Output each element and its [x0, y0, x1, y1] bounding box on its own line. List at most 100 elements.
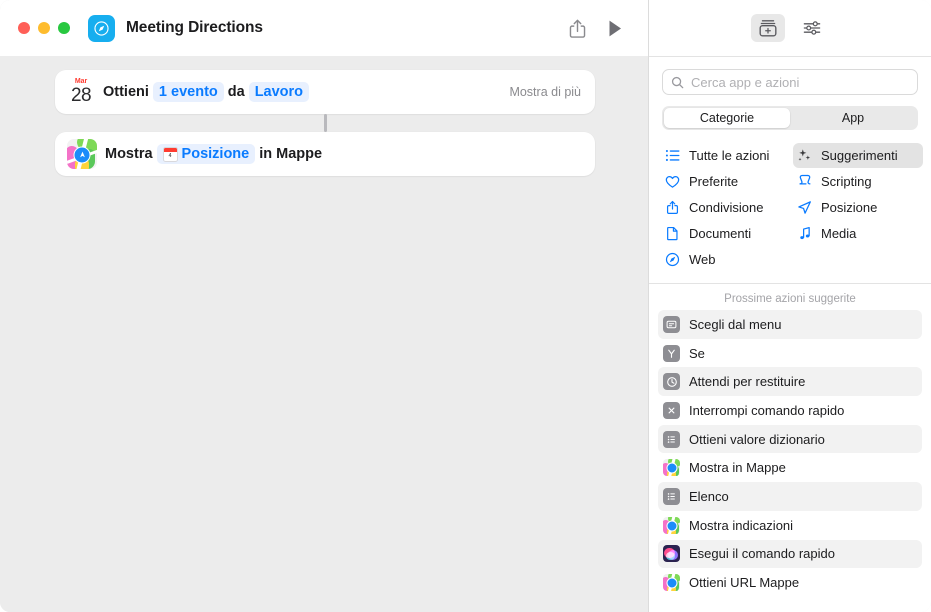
action-word: in Mappe	[259, 146, 323, 162]
category-scripting[interactable]: Scripting	[793, 169, 923, 194]
sliders-icon	[803, 21, 821, 35]
calendar-day-label: 28	[71, 85, 92, 106]
category-media[interactable]: Media	[793, 221, 923, 246]
sparkles-icon	[795, 147, 814, 164]
category-label: Condivisione	[689, 200, 764, 215]
category-suggerimenti[interactable]: Suggerimenti	[793, 143, 923, 168]
menu-square-icon	[663, 315, 680, 333]
tab-categorie[interactable]: Categorie	[664, 108, 790, 128]
list-item[interactable]: Ottieni valore dizionario	[658, 424, 922, 454]
category-label: Documenti	[689, 226, 752, 241]
heart-icon	[663, 173, 682, 190]
shortcuts-window: Meeting Directions Mar 28 Ottieni 1 even…	[0, 0, 931, 612]
tab-app[interactable]: App	[790, 108, 916, 128]
compass-icon	[94, 20, 109, 36]
show-more-button[interactable]: Mostra di più	[509, 85, 581, 99]
close-button[interactable]	[18, 22, 30, 34]
page-title: Meeting Directions	[126, 19, 263, 36]
list-item-label: Elenco	[689, 488, 729, 504]
library-toolbar	[649, 0, 931, 57]
list-item-label: Esegui il comando rapido	[689, 546, 835, 562]
list-item[interactable]: Mostra in Mappe	[658, 453, 922, 482]
maps-app-icon	[663, 459, 680, 477]
list-item-label: Interrompi comando rapido	[689, 402, 845, 418]
action-card[interactable]: Mar 28 Ottieni 1 evento da Lavoro Mostra…	[55, 70, 595, 114]
search-placeholder: Cerca app e azioni	[691, 74, 800, 90]
action-word: Ottieni	[103, 84, 149, 100]
shortcut-app-icon	[88, 14, 115, 42]
branch-square-icon	[663, 344, 680, 362]
category-label: Suggerimenti	[821, 148, 898, 163]
list-item[interactable]: Interrompi comando rapido	[658, 396, 922, 425]
suggested-actions-list: Scegli dal menu Se Attendi per restituir…	[649, 310, 931, 612]
action-token-label: Posizione	[181, 146, 250, 162]
x-square-icon	[663, 401, 680, 419]
category-label: Web	[689, 252, 716, 267]
minimize-button[interactable]	[38, 22, 50, 34]
location-arrow-icon	[795, 199, 814, 216]
list-item-label: Mostra in Mappe	[689, 460, 786, 476]
action-word: Mostra	[105, 146, 153, 162]
library-mode-segmented-control[interactable]: Categorie App	[662, 106, 918, 130]
category-label: Preferite	[689, 174, 739, 189]
action-library-pane: Cerca app e azioni Categorie App Tutte l…	[648, 0, 931, 612]
scroll-icon	[795, 173, 814, 190]
category-label: Tutte le azioni	[689, 148, 770, 163]
list-item[interactable]: Scegli dal menu	[658, 310, 922, 339]
shortcuts-app-icon	[663, 545, 680, 563]
category-label: Media	[821, 226, 857, 241]
calendar-icon: Mar 28	[67, 77, 95, 107]
action-text: Mostra 4 Posizione in Mappe	[105, 144, 581, 164]
list-item[interactable]: Mostra indicazioni	[658, 511, 922, 540]
play-icon	[609, 20, 621, 36]
list-icon	[663, 147, 682, 164]
list-item-label: Ottieni URL Mappe	[689, 575, 800, 591]
editor-pane: Meeting Directions Mar 28 Ottieni 1 even…	[0, 0, 648, 612]
navigation-arrow-icon	[79, 151, 85, 158]
category-preferite[interactable]: Preferite	[661, 169, 791, 194]
zoom-button[interactable]	[58, 22, 70, 34]
search-field[interactable]: Cerca app e azioni	[662, 69, 918, 95]
category-tutte-le-azioni[interactable]: Tutte le azioni	[661, 143, 791, 168]
mini-calendar-icon: 4	[162, 146, 178, 162]
action-token-event[interactable]: 1 evento	[152, 82, 224, 102]
list-item-label: Mostra indicazioni	[689, 517, 794, 533]
category-label: Scripting	[821, 174, 872, 189]
list-item-label: Ottieni valore dizionario	[689, 431, 825, 447]
category-posizione[interactable]: Posizione	[793, 195, 923, 220]
search-area: Cerca app e azioni	[649, 57, 931, 95]
run-button[interactable]	[596, 11, 634, 45]
action-token-location[interactable]: 4 Posizione	[156, 144, 256, 164]
traffic-light-group	[18, 22, 70, 34]
list-item[interactable]: Elenco	[658, 482, 922, 511]
maps-app-icon	[663, 516, 680, 534]
list-item[interactable]: Ottieni URL Mappe	[658, 568, 922, 597]
list-item-label: Scegli dal menu	[689, 316, 782, 332]
action-token-calendar[interactable]: Lavoro	[248, 82, 310, 102]
list-item-label: Attendi per restituire	[689, 374, 806, 390]
maps-app-icon	[67, 139, 97, 169]
list-item-label: Se	[689, 345, 705, 361]
list-square-icon	[663, 487, 680, 505]
shortcut-details-button[interactable]	[795, 14, 829, 42]
category-documenti[interactable]: Documenti	[661, 221, 791, 246]
action-connector	[323, 114, 327, 132]
add-action-icon	[759, 20, 777, 37]
action-library-button[interactable]	[751, 14, 785, 42]
list-item[interactable]: Se	[658, 339, 922, 368]
list-item[interactable]: Attendi per restituire	[658, 367, 922, 397]
music-note-icon	[795, 225, 814, 242]
action-card[interactable]: Mostra 4 Posizione in Mappe	[55, 132, 595, 176]
search-icon	[671, 76, 684, 88]
category-condivisione[interactable]: Condivisione	[661, 195, 791, 220]
list-square-icon	[663, 430, 680, 448]
workflow-canvas: Mar 28 Ottieni 1 evento da Lavoro Mostra…	[0, 56, 648, 612]
list-item[interactable]: Esegui il comando rapido	[658, 539, 922, 569]
share-icon	[663, 199, 682, 216]
category-web[interactable]: Web	[661, 247, 791, 272]
maps-app-icon	[663, 574, 680, 592]
window-titlebar: Meeting Directions	[0, 0, 648, 56]
share-button[interactable]	[558, 11, 596, 45]
category-label: Posizione	[821, 200, 878, 215]
document-icon	[663, 225, 682, 242]
